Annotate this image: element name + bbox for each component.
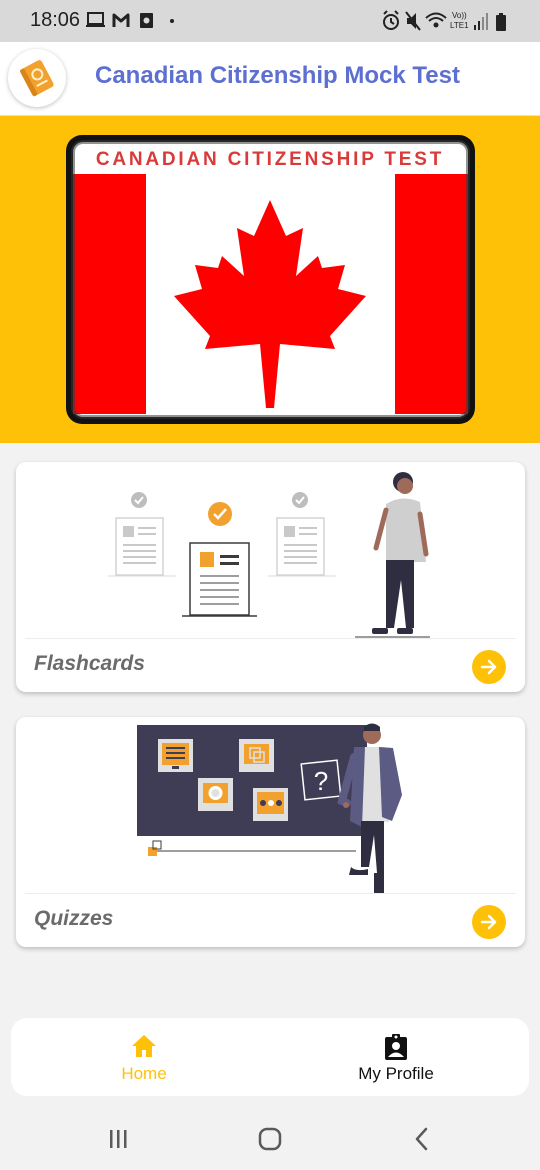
document-right bbox=[276, 492, 325, 576]
gmail-icon bbox=[112, 13, 130, 27]
home-circle-icon bbox=[258, 1127, 282, 1151]
wifi-icon bbox=[425, 12, 447, 28]
app-header: Canadian Citizenship Mock Test bbox=[0, 42, 540, 116]
laptop-icon bbox=[86, 12, 105, 27]
document-center bbox=[182, 502, 257, 617]
app-icon bbox=[140, 13, 153, 28]
status-right-icons: Vo)) LTE1 bbox=[383, 10, 506, 31]
status-bar: 18:06 Vo)) LTE1 bbox=[0, 0, 540, 42]
home-icon bbox=[132, 1035, 156, 1057]
signal-icon bbox=[474, 13, 488, 30]
flashcards-label: Flashcards bbox=[34, 652, 145, 675]
app-title: Canadian Citizenship Mock Test bbox=[95, 62, 460, 89]
arrow-right-icon bbox=[480, 914, 497, 930]
mute-icon bbox=[405, 11, 421, 31]
nav-my-profile[interactable]: My Profile bbox=[296, 1018, 496, 1096]
passport-icon bbox=[20, 60, 54, 97]
quizzes-card[interactable]: ? Quizzes bbox=[16, 717, 525, 947]
flashcards-card[interactable]: Flashcards bbox=[16, 462, 525, 692]
lte-label: LTE1 bbox=[450, 21, 469, 30]
board-card-3 bbox=[198, 778, 233, 811]
bottom-nav: Home My Profile bbox=[11, 1018, 529, 1096]
system-nav-bar bbox=[0, 1106, 540, 1170]
recent-apps-button[interactable] bbox=[104, 1124, 144, 1154]
quizzes-illustration: ? bbox=[137, 723, 402, 893]
svg-text:?: ? bbox=[314, 766, 328, 796]
back-button[interactable] bbox=[402, 1124, 442, 1154]
recent-apps-icon bbox=[110, 1130, 127, 1148]
board-card-2 bbox=[239, 739, 274, 772]
standing-person bbox=[355, 472, 430, 638]
lte-indicator: Vo)) LTE1 bbox=[450, 11, 469, 30]
card-divider bbox=[25, 638, 516, 639]
alarm-icon bbox=[383, 10, 399, 30]
system-home-button[interactable] bbox=[250, 1124, 290, 1154]
svg-text:Vo)): Vo)) bbox=[452, 11, 467, 20]
canada-flag-banner: CANADIAN CITIZENSHIP TEST bbox=[66, 135, 475, 424]
banner-text: CANADIAN CITIZENSHIP TEST bbox=[96, 149, 444, 170]
nav-home-label: Home bbox=[121, 1064, 167, 1083]
quizzes-arrow-button[interactable] bbox=[472, 905, 506, 939]
board-card-4 bbox=[253, 788, 288, 821]
status-left-icons bbox=[86, 12, 174, 28]
arrow-right-icon bbox=[480, 659, 497, 675]
nav-my-profile-label: My Profile bbox=[358, 1064, 434, 1083]
profile-icon bbox=[385, 1034, 407, 1060]
dot-icon bbox=[170, 19, 174, 23]
hero-banner: CANADIAN CITIZENSHIP TEST bbox=[0, 116, 540, 443]
flashcards-illustration bbox=[108, 472, 430, 638]
quizzes-label: Quizzes bbox=[34, 907, 114, 930]
back-icon bbox=[415, 1127, 428, 1151]
document-left bbox=[115, 492, 164, 576]
flashcards-arrow-button[interactable] bbox=[472, 650, 506, 684]
status-time: 18:06 bbox=[30, 9, 81, 31]
app-logo bbox=[8, 49, 66, 107]
nav-home[interactable]: Home bbox=[44, 1018, 244, 1096]
board-card-1 bbox=[158, 739, 193, 772]
card-divider bbox=[25, 893, 516, 894]
battery-icon bbox=[496, 13, 506, 31]
